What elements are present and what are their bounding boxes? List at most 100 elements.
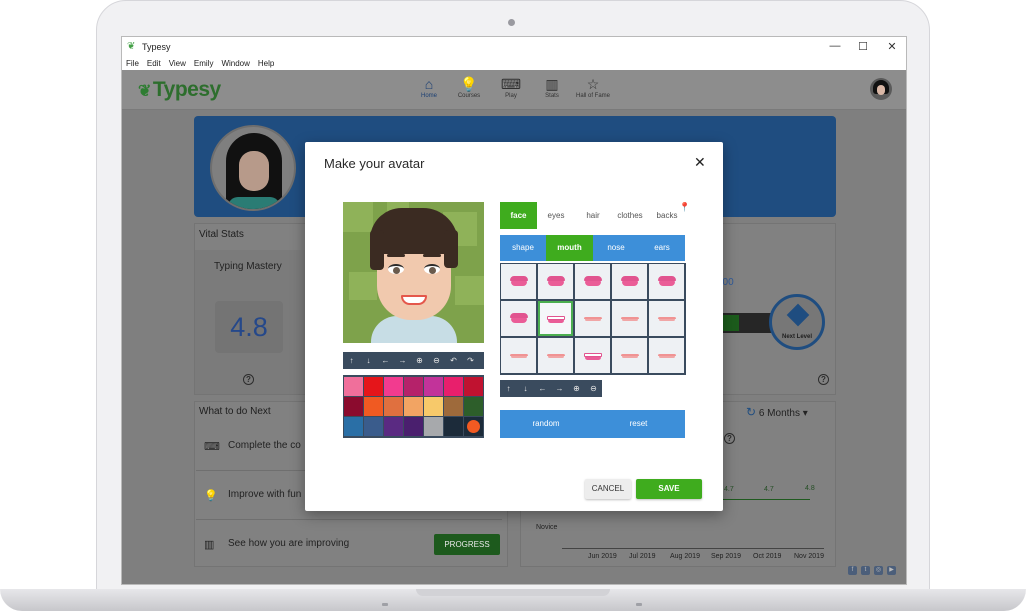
color-swatch[interactable]	[404, 377, 423, 396]
mouth-option[interactable]	[501, 338, 536, 373]
color-swatch[interactable]	[364, 397, 383, 416]
close-window-button[interactable]: ✕	[885, 40, 899, 53]
next-level-badge: Next Level	[769, 294, 825, 350]
redo-icon[interactable]: ↷	[462, 352, 479, 369]
move-right-icon[interactable]: →	[394, 352, 411, 369]
zoom-out-icon[interactable]: ⊖	[428, 352, 445, 369]
mouth-option[interactable]	[575, 301, 610, 336]
mouth-option[interactable]	[501, 264, 536, 299]
chart-value: 4.7	[764, 486, 774, 493]
subtab-nose[interactable]: nose	[593, 235, 639, 261]
move-left-icon[interactable]: ←	[377, 352, 394, 369]
mouth-option[interactable]	[612, 301, 647, 336]
maximize-button[interactable]: ☐	[856, 40, 870, 53]
mouth-option[interactable]	[612, 338, 647, 373]
nav-label: Home	[420, 93, 437, 99]
color-swatch[interactable]	[344, 417, 363, 436]
subtab-ears[interactable]: ears	[639, 235, 685, 261]
random-button[interactable]: random	[500, 410, 592, 438]
color-swatch[interactable]	[444, 417, 463, 436]
move-up-icon[interactable]: ↑	[500, 380, 517, 397]
color-swatch[interactable]	[404, 417, 423, 436]
facebook-icon[interactable]: f	[848, 566, 857, 575]
mouth-option[interactable]	[575, 264, 610, 299]
tab-eyes[interactable]: eyes	[539, 202, 573, 229]
nav-hall-of-fame[interactable]: ☆ Hall of Fame	[569, 75, 617, 99]
subtab-shape[interactable]: shape	[500, 235, 546, 261]
menu-help[interactable]: Help	[254, 57, 278, 70]
youtube-icon[interactable]: ▶	[887, 566, 896, 575]
color-swatch[interactable]	[424, 417, 443, 436]
menu-edit[interactable]: Edit	[143, 57, 165, 70]
color-swatch[interactable]	[424, 397, 443, 416]
help-icon[interactable]: ?	[243, 374, 254, 385]
move-right-icon[interactable]: →	[551, 380, 568, 397]
mouth-option[interactable]	[649, 264, 684, 299]
help-icon[interactable]: ?	[724, 433, 735, 444]
typesy-logo[interactable]: ❦Typesy	[138, 78, 221, 102]
mouth-option[interactable]	[649, 301, 684, 336]
twitter-icon[interactable]: t	[861, 566, 870, 575]
mouth-option[interactable]	[575, 338, 610, 373]
color-swatch[interactable]	[384, 397, 403, 416]
tab-clothes[interactable]: clothes	[612, 202, 648, 229]
menu-emily[interactable]: Emily	[190, 57, 218, 70]
help-icon[interactable]: ?	[818, 374, 829, 385]
color-swatch[interactable]	[444, 397, 463, 416]
move-left-icon[interactable]: ←	[534, 380, 551, 397]
color-swatch[interactable]	[384, 417, 403, 436]
mouth-option[interactable]	[649, 338, 684, 373]
mouth-option[interactable]	[538, 301, 573, 336]
color-swatch[interactable]	[364, 377, 383, 396]
bar-chart-icon: ▥	[204, 539, 215, 551]
move-up-icon[interactable]: ↑	[343, 352, 360, 369]
mouth-option[interactable]	[501, 301, 536, 336]
months-filter-label: 6 Months	[758, 408, 800, 419]
nav-courses[interactable]: 💡 Courses	[445, 75, 493, 99]
color-swatch[interactable]	[364, 417, 383, 436]
tab-face[interactable]: face	[500, 202, 537, 229]
mouth-option[interactable]	[612, 264, 647, 299]
month-label: Aug 2019	[670, 553, 700, 560]
refresh-icon: ↻	[746, 405, 757, 419]
chart-value: 4.7	[724, 486, 734, 493]
color-swatch[interactable]	[464, 417, 483, 436]
instagram-icon[interactable]: ◎	[874, 566, 883, 575]
color-swatch[interactable]	[344, 397, 363, 416]
save-button[interactable]: SAVE	[636, 479, 702, 499]
subtab-mouth[interactable]: mouth	[546, 235, 593, 261]
zoom-in-icon[interactable]: ⊕	[411, 352, 428, 369]
mouth-option[interactable]	[538, 264, 573, 299]
profile-avatar	[210, 125, 296, 211]
color-swatch[interactable]	[464, 397, 483, 416]
minimize-button[interactable]: —	[828, 40, 842, 52]
zoom-out-icon[interactable]: ⊖	[585, 380, 602, 397]
what-next-title: What to do Next	[199, 406, 271, 417]
move-down-icon[interactable]: ↓	[517, 380, 534, 397]
color-swatch[interactable]	[384, 377, 403, 396]
webcam	[508, 19, 515, 26]
menu-file[interactable]: File	[122, 57, 143, 70]
mouth-option[interactable]	[538, 338, 573, 373]
menu-window[interactable]: Window	[217, 57, 253, 70]
user-avatar[interactable]	[870, 78, 892, 100]
undo-icon[interactable]: ↶	[445, 352, 462, 369]
color-swatch[interactable]	[424, 377, 443, 396]
close-icon[interactable]: ✕	[694, 154, 706, 171]
progress-button[interactable]: PROGRESS	[434, 534, 500, 555]
color-swatch[interactable]	[344, 377, 363, 396]
lips-icon	[658, 276, 676, 286]
reset-button[interactable]: reset	[592, 410, 685, 438]
color-swatch[interactable]	[464, 377, 483, 396]
tab-hair[interactable]: hair	[576, 202, 610, 229]
cancel-button[interactable]: CANCEL	[585, 479, 631, 499]
menu-view[interactable]: View	[165, 57, 190, 70]
keyboard-icon: ⌨	[204, 441, 220, 453]
move-down-icon[interactable]: ↓	[360, 352, 377, 369]
zoom-in-icon[interactable]: ⊕	[568, 380, 585, 397]
color-swatch[interactable]	[404, 397, 423, 416]
month-label: Jun 2019	[588, 553, 617, 560]
months-filter[interactable]: ↻ 6 Months ▾	[746, 405, 808, 419]
color-swatch[interactable]	[444, 377, 463, 396]
lips-icon	[584, 313, 602, 323]
